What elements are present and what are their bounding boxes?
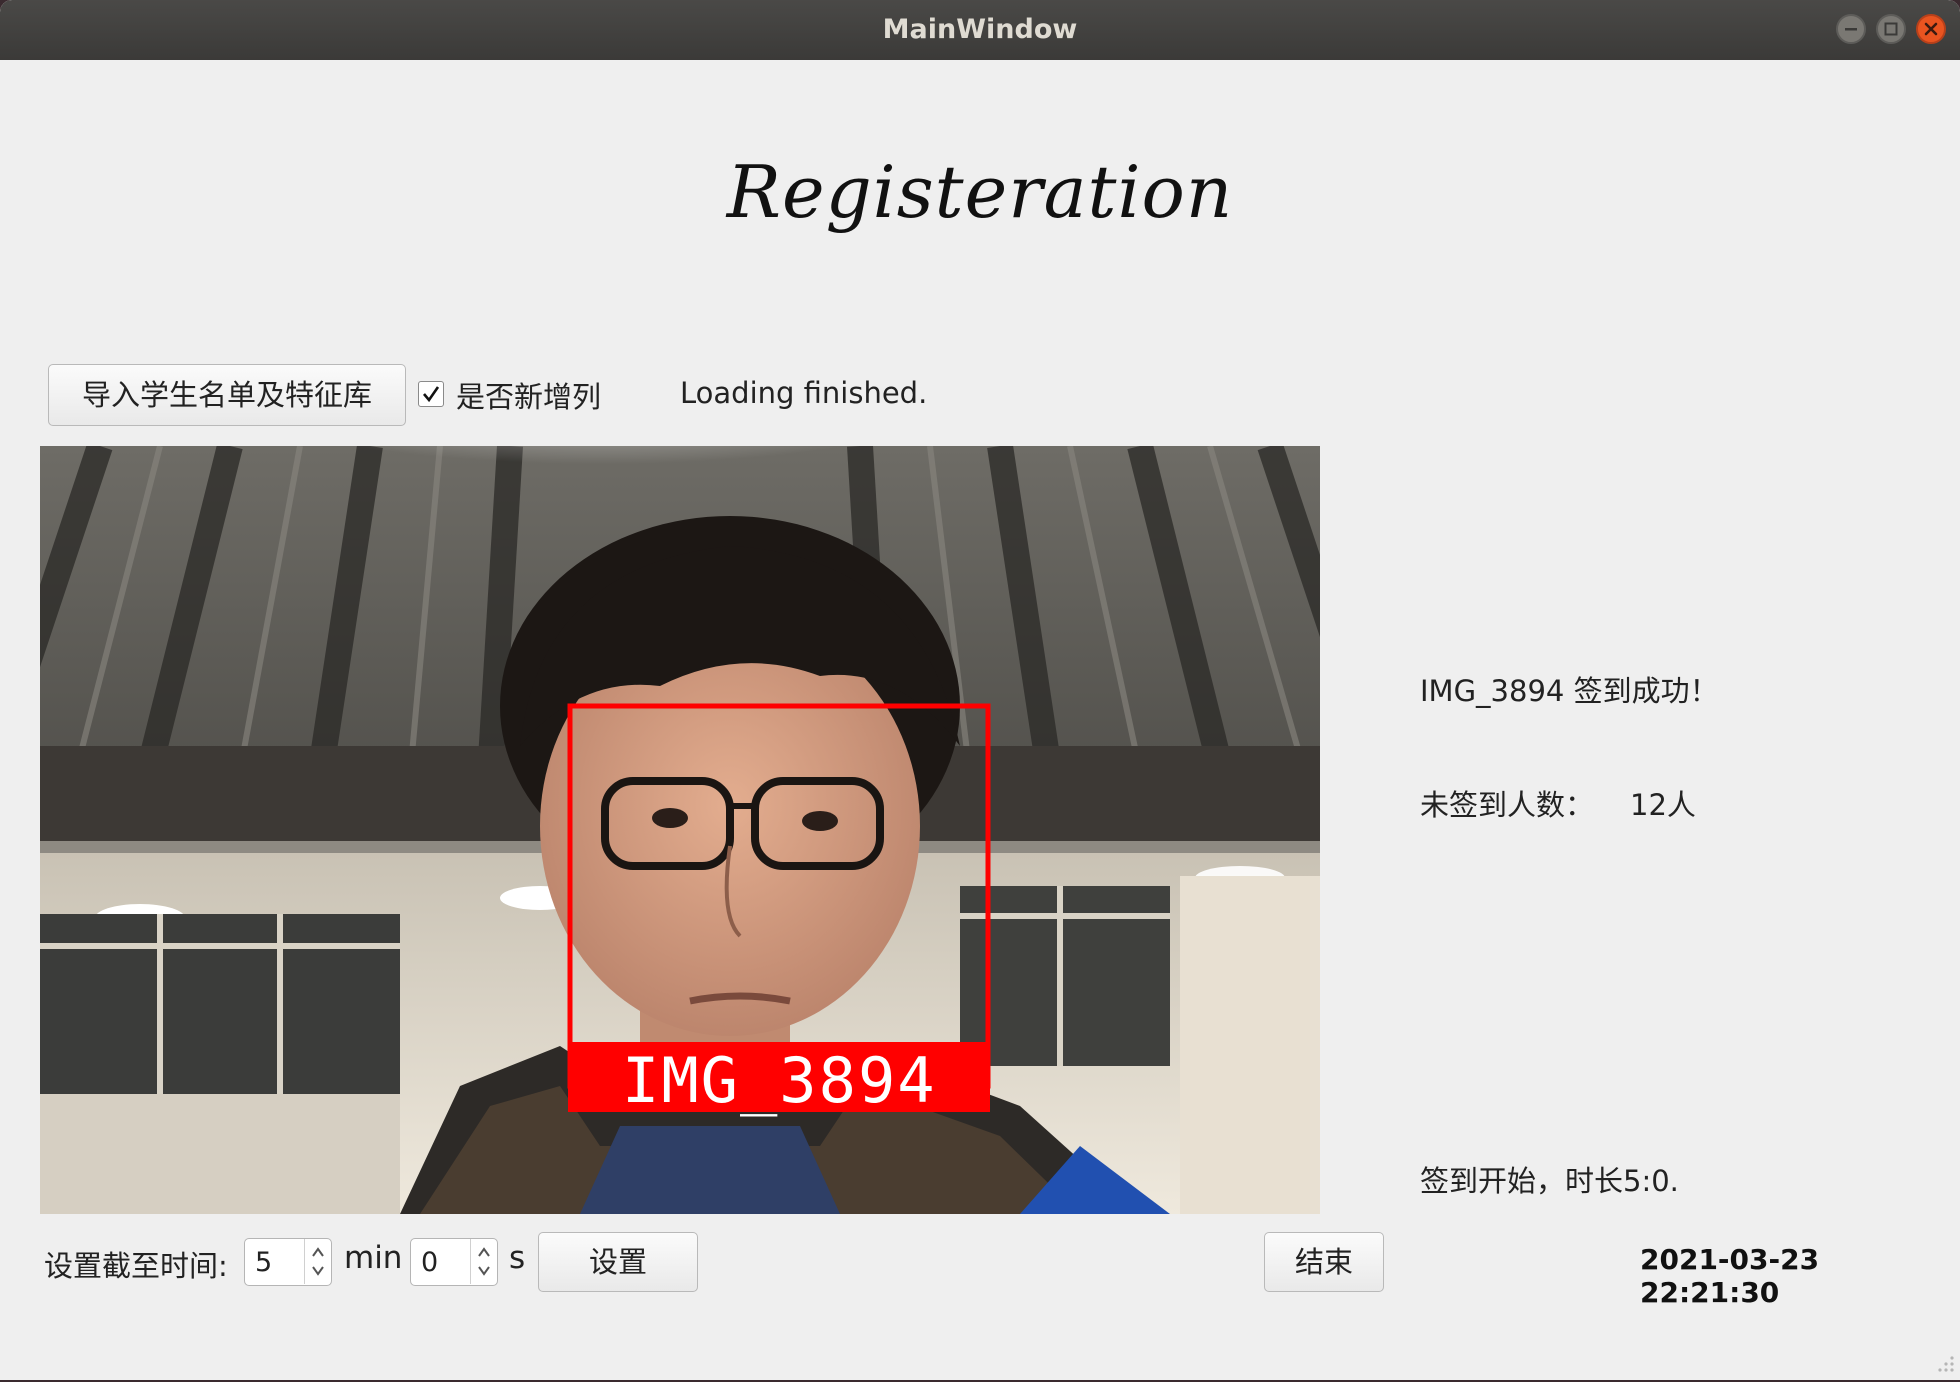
detection-label: IMG_3894 — [622, 1044, 937, 1117]
import-roster-button[interactable]: 导入学生名单及特征库 — [48, 364, 406, 426]
title-bar[interactable]: MainWindow — [0, 0, 1960, 60]
camera-feed: IMG_3894 — [40, 446, 1320, 1214]
minutes-spinbox[interactable]: 5 — [244, 1238, 332, 1286]
minimize-icon — [1845, 28, 1857, 31]
current-datetime: 2021-03-23 22:21:30 — [1640, 1243, 1820, 1309]
session-status-message: 签到开始，时长5:0. — [1420, 1164, 1679, 1198]
minutes-value[interactable]: 5 — [255, 1247, 272, 1278]
spin-arrows-icon[interactable] — [305, 1239, 331, 1284]
main-window: MainWindow Registeration 导入学生名单及特征库 是否新增… — [0, 0, 1960, 1380]
page-title: Registeration — [726, 150, 1234, 234]
close-icon — [1924, 22, 1938, 36]
loading-status: Loading finished. — [680, 376, 928, 410]
signin-success-message: IMG_3894 签到成功！ — [1420, 674, 1719, 708]
seconds-value[interactable]: 0 — [421, 1247, 438, 1278]
minimize-button[interactable] — [1836, 14, 1866, 44]
seconds-unit: s — [509, 1240, 526, 1276]
close-button[interactable] — [1916, 14, 1946, 44]
seconds-spinbox[interactable]: 0 — [410, 1238, 498, 1286]
window-title: MainWindow — [882, 14, 1078, 45]
end-session-button[interactable]: 结束 — [1264, 1232, 1384, 1292]
add-column-label: 是否新增列 — [456, 380, 602, 414]
minutes-stepper[interactable] — [304, 1239, 331, 1284]
seconds-stepper[interactable] — [470, 1239, 497, 1284]
absent-count-value: 12人 — [1630, 788, 1696, 822]
spin-arrows-icon[interactable] — [471, 1239, 497, 1284]
set-deadline-button[interactable]: 设置 — [538, 1232, 698, 1292]
add-column-checkbox[interactable] — [418, 381, 444, 407]
absent-count-label: 未签到人数： — [1420, 788, 1595, 822]
maximize-button[interactable] — [1876, 14, 1906, 44]
maximize-icon — [1884, 22, 1898, 36]
minutes-unit: min — [344, 1240, 403, 1276]
checkmark-icon — [423, 386, 440, 403]
resize-grip-icon[interactable] — [1930, 1350, 1956, 1376]
deadline-label: 设置截至时间: — [44, 1249, 228, 1283]
